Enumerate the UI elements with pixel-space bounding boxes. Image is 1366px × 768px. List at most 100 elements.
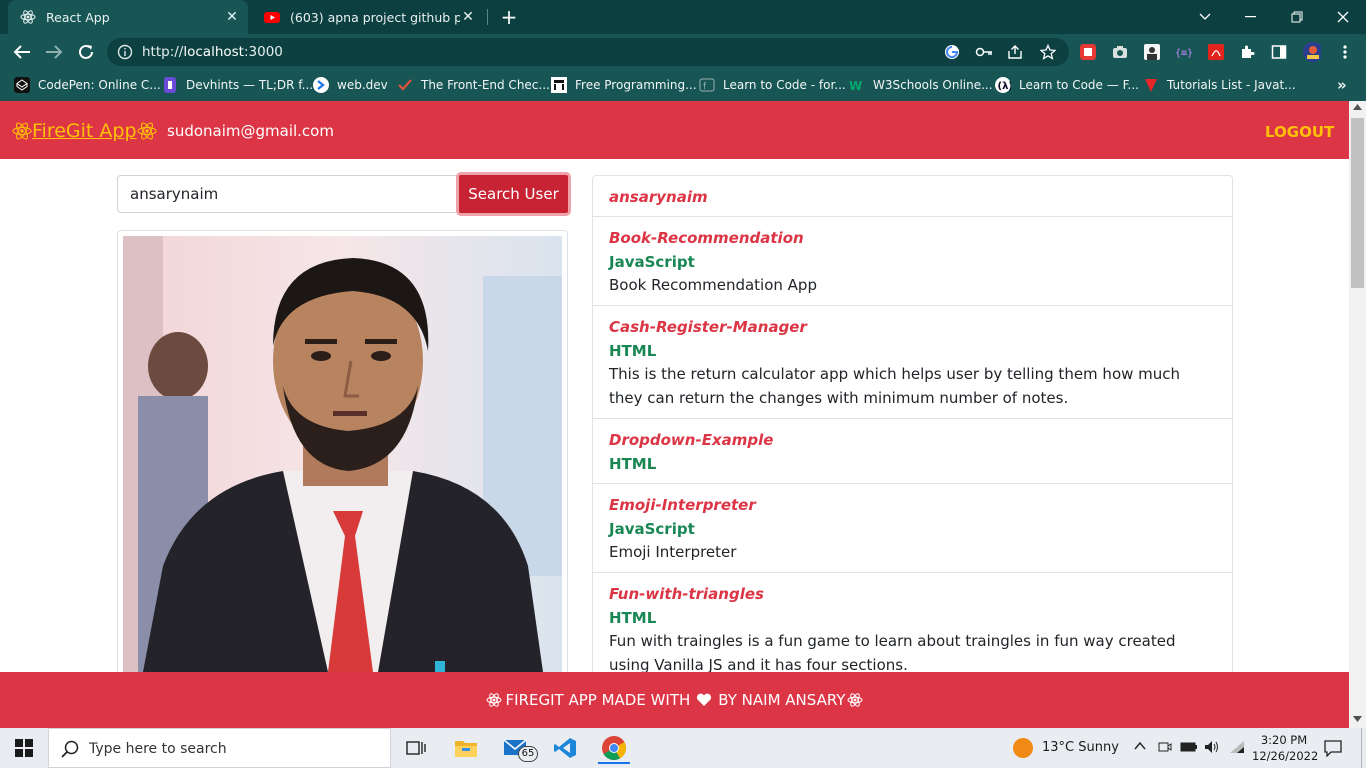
meet-now-icon[interactable] (1158, 740, 1172, 754)
list-item[interactable]: Cash-Register-Manager HTML This is the r… (593, 306, 1232, 419)
task-view-icon[interactable] (400, 732, 432, 764)
chrome-icon[interactable] (598, 732, 630, 764)
repo-description: This is the return calculator app which … (609, 365, 1181, 407)
window-close-icon[interactable] (1320, 0, 1366, 34)
profile-avatar-icon[interactable] (1303, 42, 1321, 62)
brand-text: FireGit App (32, 120, 137, 142)
reload-icon[interactable] (75, 41, 97, 63)
notification-icon[interactable] (1324, 739, 1342, 757)
svg-text:{≡}: {≡} (1175, 48, 1193, 59)
repo-language: JavaScript (609, 520, 695, 538)
bookmark-codepen[interactable]: CodePen: Online C... (14, 77, 161, 93)
repo-name[interactable]: Book-Recommendation (609, 229, 804, 247)
camera-icon[interactable] (1111, 43, 1129, 61)
bookmark-star-icon[interactable] (1039, 43, 1057, 61)
list-item[interactable]: Book-Recommendation JavaScript Book Reco… (593, 217, 1232, 306)
new-tab-icon[interactable]: + (499, 7, 519, 27)
vscode-icon[interactable] (549, 732, 581, 764)
repo-description: Fun with traingles is a fun game to lear… (609, 632, 1176, 674)
bookmark-w3schools[interactable]: W W3Schools Online... (849, 77, 993, 93)
clock-date: 12/26/2022 (1252, 749, 1319, 763)
w3schools-icon: W (849, 77, 865, 93)
list-item[interactable]: Fun-with-triangles HTML Fun with traingl… (593, 573, 1232, 674)
weather-text[interactable]: 13°C Sunny (1042, 740, 1119, 755)
scrollbar-thumb[interactable] (1351, 118, 1364, 288)
taskbar-search[interactable]: Type here to search (48, 728, 391, 768)
taskbar-clock[interactable]: 3:20 PM 12/26/2022 (1252, 732, 1319, 764)
google-icon[interactable] (943, 43, 961, 61)
info-icon[interactable] (117, 44, 133, 60)
bookmark-javatpoint[interactable]: Tutorials List - Javat... (1143, 77, 1296, 93)
bookmark-learn-to-code-1[interactable]: f Learn to Code - for... (699, 77, 846, 93)
repo-language: JavaScript (609, 253, 695, 271)
footer-text-after: BY NAIM ANSARY (718, 691, 846, 709)
repo-name[interactable]: Fun-with-triangles (609, 585, 764, 603)
key-icon[interactable] (975, 43, 993, 61)
battery-icon[interactable] (1180, 740, 1198, 754)
address-bar[interactable]: http://localhost:3000 (107, 38, 1069, 66)
pdf-icon[interactable] (1207, 43, 1225, 61)
repo-list: ansarynaim Book-Recommendation JavaScrip… (592, 175, 1233, 675)
forward-icon[interactable] (43, 41, 65, 63)
fcc-icon: f (699, 77, 715, 93)
bookmark-devhints[interactable]: Devhints — TL;DR f... (162, 77, 313, 93)
react-icon (20, 9, 36, 25)
bookmark-free-programming[interactable]: Free Programming... (551, 77, 697, 93)
tab-search-icon[interactable] (1182, 0, 1228, 34)
tray-chevron-up-icon[interactable] (1134, 741, 1146, 751)
devhints-icon (162, 77, 178, 93)
brand-link[interactable]: FireGit App (12, 120, 157, 142)
scroll-down-icon[interactable] (1353, 716, 1362, 722)
restore-icon[interactable] (1274, 0, 1320, 34)
url-text: http://localhost:3000 (142, 44, 283, 60)
file-explorer-icon[interactable] (450, 732, 482, 764)
show-desktop-button[interactable] (1361, 728, 1366, 768)
list-item[interactable]: Emoji-Interpreter JavaScript Emoji Inter… (593, 484, 1232, 573)
share-icon[interactable] (1006, 43, 1024, 61)
windows-start-icon[interactable] (8, 732, 40, 764)
fcc-icon: (λ) (995, 77, 1011, 93)
mail-icon[interactable]: 65 (500, 732, 538, 764)
bookmark-webdev[interactable]: web.dev (313, 77, 388, 93)
clock-time: 3:20 PM (1260, 733, 1308, 747)
repo-name[interactable]: Cash-Register-Manager (609, 318, 807, 336)
logout-button[interactable]: LOGOUT (1265, 123, 1334, 141)
search-icon (61, 740, 79, 758)
tab-title: React App (46, 9, 110, 25)
heart-icon (696, 693, 712, 707)
youtube-icon (264, 9, 280, 25)
react-icon (486, 692, 502, 708)
react-icon (847, 692, 863, 708)
repo-language: HTML (609, 342, 657, 360)
minimize-icon[interactable] (1228, 0, 1274, 34)
repo-list-header: ansarynaim (593, 176, 1232, 217)
user-email: sudonaim@gmail.com (167, 122, 334, 140)
search-user-button[interactable]: Search User (456, 172, 571, 216)
avatar-extension-icon[interactable] (1143, 43, 1161, 61)
bookmark-learn-to-code-2[interactable]: (λ) Learn to Code — F... (995, 77, 1139, 93)
extension-red-icon[interactable] (1079, 43, 1097, 61)
side-panel-icon[interactable] (1270, 43, 1288, 61)
taskbar-search-placeholder: Type here to search (89, 741, 227, 757)
repo-name[interactable]: Dropdown-Example (609, 431, 773, 449)
back-icon[interactable] (11, 41, 33, 63)
checklist-icon (397, 77, 413, 93)
scroll-up-icon[interactable] (1353, 104, 1362, 110)
menu-dots-icon[interactable] (1336, 43, 1354, 61)
json-icon[interactable]: {≡} (1175, 43, 1193, 61)
search-input[interactable]: ansarynaim (117, 175, 459, 213)
extensions-puzzle-icon[interactable] (1238, 43, 1256, 61)
tab-react-app[interactable]: React App ✕ (8, 0, 248, 34)
tab-separator (487, 9, 488, 25)
close-icon[interactable]: ✕ (460, 9, 476, 25)
svg-text:W: W (849, 79, 862, 93)
volume-icon[interactable] (1204, 740, 1220, 754)
weather-sun-icon[interactable] (1012, 737, 1034, 759)
repo-name[interactable]: Emoji-Interpreter (609, 496, 756, 514)
tab-youtube[interactable]: (603) apna project github pe kaise ✕ (252, 0, 484, 34)
more-bookmarks-chevron-icon[interactable]: » (1337, 76, 1347, 94)
bookmark-frontend-checklist[interactable]: The Front-End Chec... (397, 77, 550, 93)
list-item[interactable]: Dropdown-Example HTML (593, 419, 1232, 484)
close-icon[interactable]: ✕ (224, 9, 240, 25)
wifi-icon[interactable] (1229, 740, 1245, 754)
